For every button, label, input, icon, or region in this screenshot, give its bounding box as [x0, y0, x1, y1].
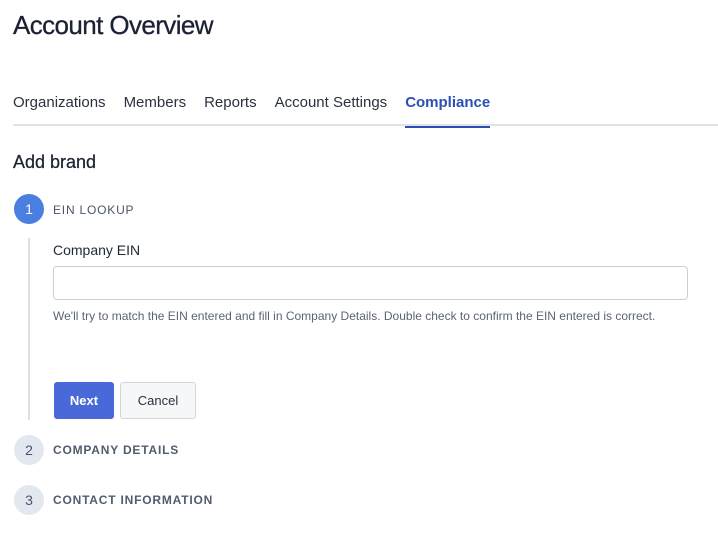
- company-ein-input[interactable]: [53, 266, 688, 300]
- tab-bar: Organizations Members Reports Account Se…: [13, 92, 718, 128]
- section-title: Add brand: [13, 152, 97, 172]
- next-button[interactable]: Next: [54, 382, 114, 419]
- ein-help-text: We'll try to match the EIN entered and f…: [53, 309, 656, 323]
- step-1-number: 1: [25, 201, 33, 217]
- step-connector-line: [28, 238, 30, 420]
- step-1-indicator: 1: [14, 194, 44, 224]
- tab-account-settings[interactable]: Account Settings: [275, 92, 388, 126]
- tab-organizations[interactable]: Organizations: [13, 92, 106, 126]
- cancel-button[interactable]: Cancel: [120, 382, 196, 419]
- account-overview-page: Account Overview Organizations Members R…: [0, 0, 718, 542]
- step-3-label: CONTACT INFORMATION: [53, 493, 214, 507]
- step-3-number: 3: [25, 492, 33, 508]
- step-2-number: 2: [25, 442, 33, 458]
- tab-reports[interactable]: Reports: [204, 92, 257, 126]
- step-1-label: EIN LOOKUP: [53, 203, 135, 217]
- tab-compliance[interactable]: Compliance: [405, 92, 491, 128]
- tab-members[interactable]: Members: [124, 92, 187, 126]
- company-ein-label: Company EIN: [53, 242, 141, 258]
- step-2-label: COMPANY DETAILS: [53, 443, 180, 457]
- step-3-indicator: 3: [14, 485, 44, 515]
- step-2-indicator: 2: [14, 435, 44, 465]
- page-title: Account Overview: [13, 10, 214, 40]
